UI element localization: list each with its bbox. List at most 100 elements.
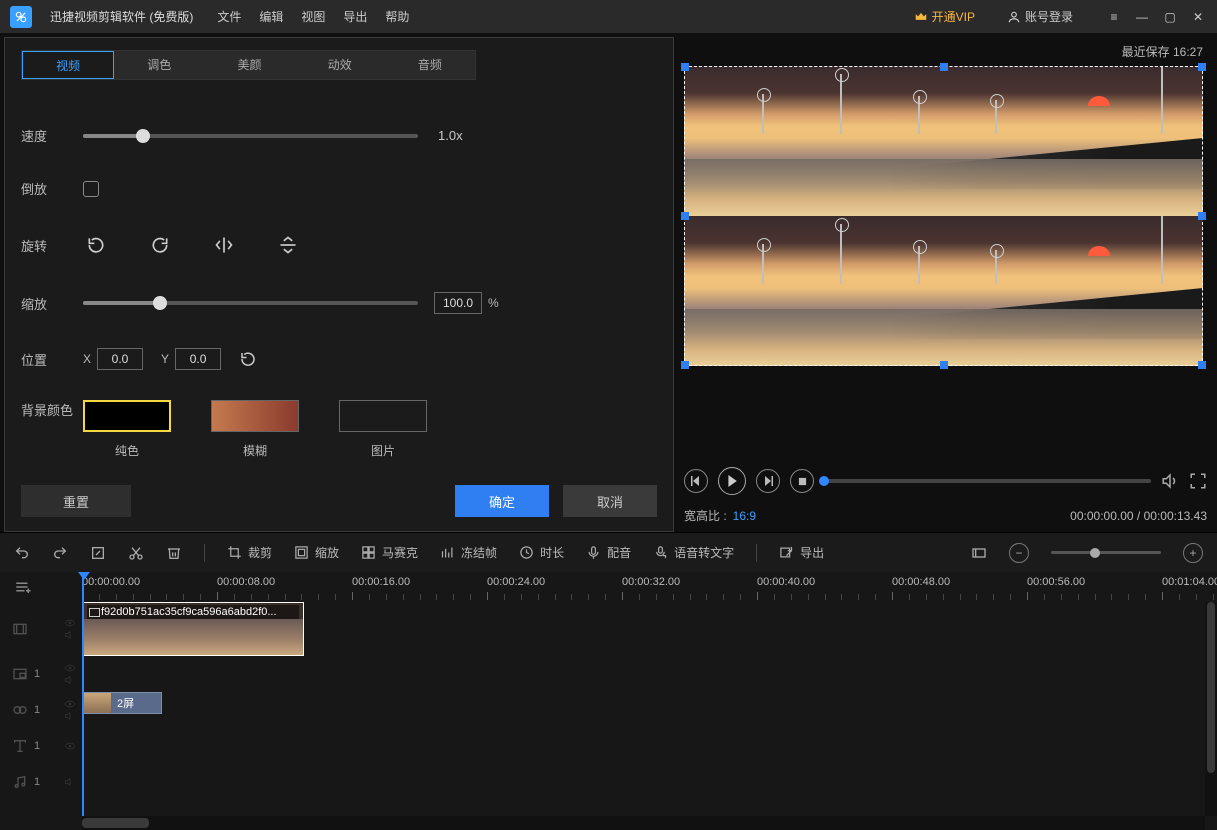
zoom-in-button[interactable]: + (1183, 543, 1203, 563)
bg-solid-option[interactable]: 纯色 (83, 400, 171, 459)
reset-button[interactable]: 重置 (21, 485, 131, 517)
zoom-tool[interactable]: 缩放 (294, 544, 339, 561)
position-y-input[interactable] (175, 348, 221, 370)
preview-panel: 最近保存 16:27 (680, 33, 1217, 532)
tab-audio[interactable]: 音频 (385, 51, 475, 79)
video-track[interactable]: f92d0b751ac35cf9ca596a6abd2f0... (82, 602, 1217, 656)
properties-tabs: 视频 调色 美颜 动效 音频 (21, 50, 476, 80)
flip-horizontal-icon[interactable] (211, 232, 237, 258)
progress-slider[interactable] (824, 479, 1151, 483)
scale-slider[interactable] (83, 301, 418, 305)
bg-blur-option[interactable]: 模糊 (211, 400, 299, 459)
window-minimize-icon[interactable]: — (1133, 10, 1151, 24)
ruler-tick: 00:00:16.00 (352, 576, 410, 588)
prev-frame-button[interactable] (684, 469, 708, 493)
bg-solid-swatch[interactable] (83, 400, 171, 432)
position-y-label: Y (161, 352, 169, 366)
fit-tool-icon[interactable] (971, 545, 987, 561)
position-label: 位置 (21, 350, 83, 369)
undo-button[interactable] (14, 545, 30, 561)
timeline-vertical-scrollbar[interactable] (1205, 602, 1217, 816)
play-button[interactable] (718, 467, 746, 495)
crop-tool[interactable]: 裁剪 (227, 544, 272, 561)
pip-track-header[interactable]: 1 (0, 656, 82, 692)
window-menu-icon[interactable]: ≡ (1105, 10, 1123, 24)
text-track-header[interactable]: 1 (0, 728, 82, 764)
next-frame-button[interactable] (756, 469, 780, 493)
freeze-tool[interactable]: 冻结帧 (440, 544, 497, 561)
stop-button[interactable] (790, 469, 814, 493)
audio-track[interactable] (82, 764, 1217, 800)
selection-box[interactable] (684, 66, 1203, 366)
stt-tool[interactable]: 语音转文字 (653, 544, 734, 561)
effect-track-header[interactable]: 1 (0, 692, 82, 728)
preview-canvas[interactable] (684, 66, 1203, 366)
bg-image-swatch[interactable] (339, 400, 427, 432)
rotate-ccw-icon[interactable] (83, 232, 109, 258)
cut-tool-icon[interactable] (128, 545, 144, 561)
timeline-body[interactable]: 00:00:00.00 00:00:08.00 00:00:16.00 00:00:2… (82, 572, 1217, 816)
tab-video[interactable]: 视频 (22, 51, 114, 79)
scale-input[interactable] (434, 292, 482, 314)
app-logo-icon (10, 6, 32, 28)
ruler-tick: 00:00:56.00 (1027, 576, 1085, 588)
zoom-out-button[interactable]: − (1009, 543, 1029, 563)
tab-beauty[interactable]: 美颜 (204, 51, 294, 79)
reverse-label: 倒放 (21, 179, 83, 198)
flip-vertical-icon[interactable] (275, 232, 301, 258)
crown-icon (914, 10, 928, 24)
speed-slider[interactable] (83, 134, 418, 138)
video-track-header[interactable] (0, 602, 82, 656)
mosaic-tool[interactable]: 马赛克 (361, 544, 418, 561)
tab-color[interactable]: 调色 (114, 51, 204, 79)
position-x-label: X (83, 352, 91, 366)
effect-track[interactable]: 2屏 (82, 692, 1217, 728)
audio-track-header[interactable]: 1 (0, 764, 82, 800)
transport-bar (684, 466, 1207, 496)
pip-track[interactable] (82, 656, 1217, 692)
edit-tool-icon[interactable] (90, 545, 106, 561)
tab-fx[interactable]: 动效 (295, 51, 385, 79)
dub-tool[interactable]: 配音 (586, 544, 631, 561)
bg-blur-swatch[interactable] (211, 400, 299, 432)
app-title: 迅捷视频剪辑软件 (免费版) (50, 8, 193, 25)
playhead[interactable] (82, 574, 84, 816)
duration-tool[interactable]: 时长 (519, 544, 564, 561)
menu-edit[interactable]: 编辑 (259, 8, 283, 25)
ruler-tick: 00:00:24.00 (487, 576, 545, 588)
cancel-button[interactable]: 取消 (563, 485, 657, 517)
ruler-tick: 00:00:08.00 (217, 576, 275, 588)
timeline-zoom-slider[interactable] (1051, 551, 1161, 554)
redo-button[interactable] (52, 545, 68, 561)
aspect-value[interactable]: 16:9 (733, 509, 756, 523)
window-close-icon[interactable]: ✕ (1189, 10, 1207, 24)
scale-label: 缩放 (21, 294, 83, 313)
export-tool[interactable]: 导出 (779, 544, 824, 561)
ruler-tick: 00:00:00.00 (82, 576, 140, 588)
menu-file[interactable]: 文件 (217, 8, 241, 25)
reverse-checkbox[interactable] (83, 181, 99, 197)
rotate-cw-icon[interactable] (147, 232, 173, 258)
position-x-input[interactable] (97, 348, 143, 370)
delete-tool-icon[interactable] (166, 545, 182, 561)
vip-button[interactable]: 开通VIP (914, 8, 975, 25)
position-reset-icon[interactable] (239, 350, 257, 368)
add-track-button[interactable] (0, 572, 82, 602)
effect-clip[interactable]: 2屏 (82, 692, 162, 714)
timeline-horizontal-scrollbar[interactable] (82, 816, 1205, 830)
timeline-ruler[interactable]: 00:00:00.00 00:00:08.00 00:00:16.00 00:00:2… (82, 572, 1217, 602)
login-button[interactable]: 账号登录 (1007, 8, 1073, 25)
properties-panel: 视频 调色 美颜 动效 音频 速度 1.0x 倒放 旋转 (4, 37, 674, 532)
window-controls: ≡ — ▢ ✕ (1105, 10, 1207, 24)
menu-view[interactable]: 视图 (301, 8, 325, 25)
volume-icon[interactable] (1161, 472, 1179, 490)
ruler-tick: 00:00:32.00 (622, 576, 680, 588)
menu-export[interactable]: 导出 (343, 8, 367, 25)
ok-button[interactable]: 确定 (455, 485, 549, 517)
text-track[interactable] (82, 728, 1217, 764)
window-maximize-icon[interactable]: ▢ (1161, 10, 1179, 24)
menu-help[interactable]: 帮助 (385, 8, 409, 25)
bg-image-option[interactable]: 图片 (339, 400, 427, 459)
fullscreen-icon[interactable] (1189, 472, 1207, 490)
video-clip[interactable]: f92d0b751ac35cf9ca596a6abd2f0... (82, 602, 304, 656)
